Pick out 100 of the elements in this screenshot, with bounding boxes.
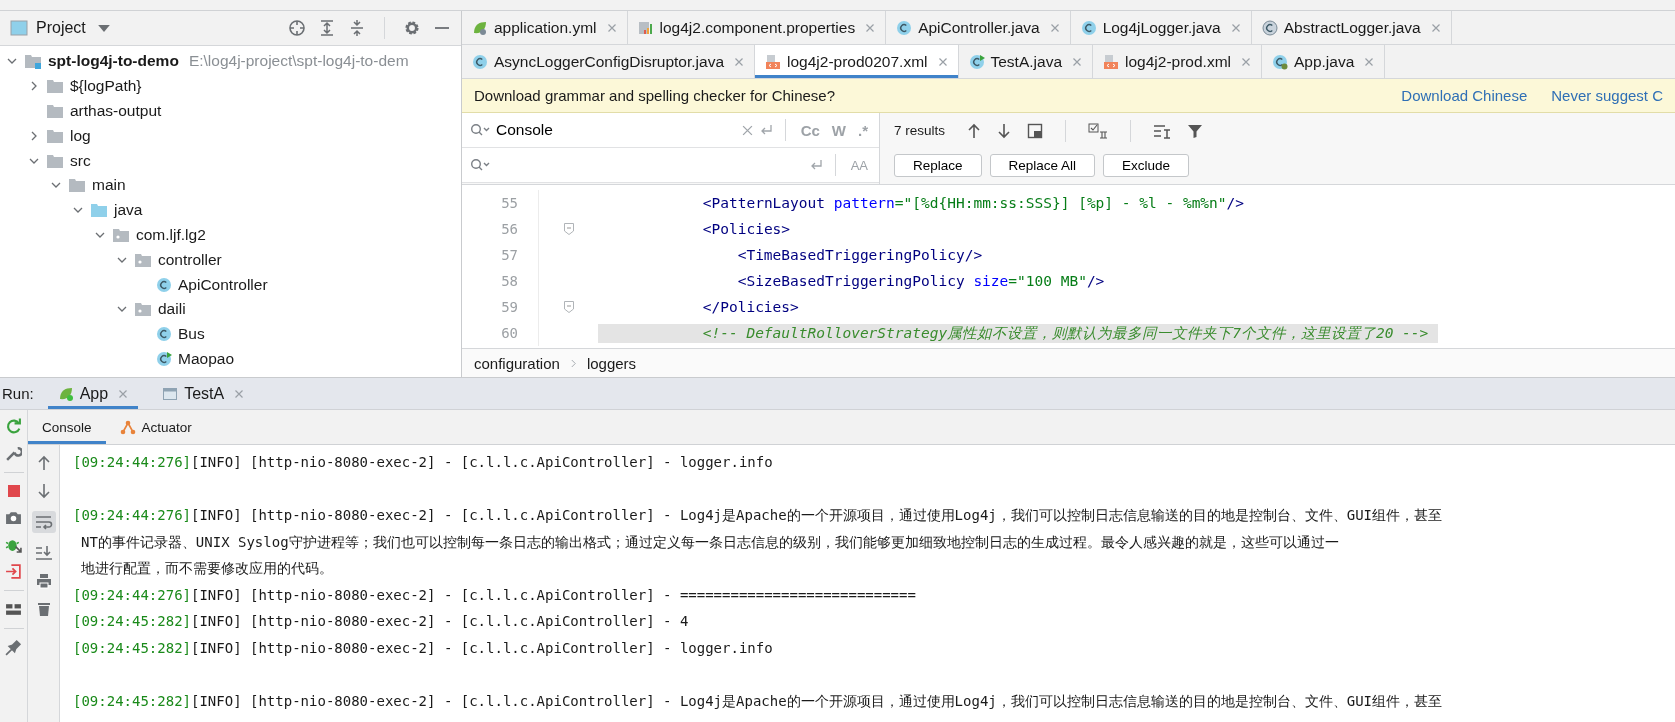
rerun-icon[interactable] bbox=[5, 418, 22, 435]
find-action-button[interactable]: Replace bbox=[894, 154, 982, 177]
line-number: 57 bbox=[500, 247, 518, 263]
xml-file-icon bbox=[765, 53, 782, 70]
log-message: [INFO] [http-nio-8080-exec-2] - [c.l.l.c.ApiController] - Log4j是Apache的一个开源项目，通过使用Log4j，我们可以控制日志信息输送的目的地是控制台、文件、GUI组件，甚至 bbox=[191, 507, 1443, 523]
printer-icon[interactable] bbox=[35, 573, 52, 589]
run-tab[interactable]: App bbox=[47, 378, 139, 409]
panel-icon bbox=[10, 19, 28, 37]
line-number: 60 bbox=[500, 325, 518, 341]
panel-title[interactable]: Project bbox=[36, 19, 86, 37]
close-icon[interactable] bbox=[1230, 22, 1241, 33]
console-tab[interactable]: Console bbox=[28, 410, 106, 444]
code-line: <Policies> bbox=[701, 221, 792, 237]
exit-icon[interactable] bbox=[5, 563, 22, 580]
tree-item[interactable]: Maopao bbox=[178, 349, 234, 368]
breadcrumb-item[interactable]: configuration bbox=[474, 354, 560, 372]
find-action-button[interactable]: Replace All bbox=[989, 154, 1096, 177]
editor-tab[interactable]: log4j2-prod.xml bbox=[1093, 45, 1262, 78]
pin-icon[interactable] bbox=[5, 639, 22, 656]
console-tab[interactable]: Actuator bbox=[105, 410, 206, 444]
editor-tab[interactable]: log4j2.component.properties bbox=[627, 11, 887, 44]
class-icon bbox=[472, 53, 488, 70]
dropdown-caret-icon[interactable] bbox=[97, 24, 110, 32]
stop-icon[interactable] bbox=[5, 483, 22, 499]
class-icon bbox=[968, 53, 985, 70]
tree-item[interactable]: ${logPath} bbox=[70, 77, 142, 96]
log-message: [INFO] [http-nio-8080-exec-2] - [c.l.l.c.ApiController] - ============================ bbox=[191, 586, 916, 603]
editor-tab[interactable]: log4j2-prod0207.xml bbox=[755, 45, 959, 78]
arrow-up-icon[interactable] bbox=[967, 122, 982, 139]
close-icon[interactable] bbox=[1430, 22, 1441, 33]
log-message: 地进行配置，而不需要修改应用的代码。 bbox=[81, 560, 333, 576]
settings-icon[interactable] bbox=[403, 19, 421, 37]
editor-tab[interactable]: application.yml bbox=[462, 11, 628, 44]
tree-item[interactable]: controller bbox=[158, 250, 222, 269]
leaf-icon bbox=[472, 19, 488, 36]
wrench-icon[interactable] bbox=[5, 445, 22, 462]
search-icon[interactable] bbox=[470, 123, 490, 137]
class-icon bbox=[156, 326, 172, 343]
find-action-button[interactable]: Exclude bbox=[1103, 154, 1190, 177]
editor-tab[interactable]: AbstractLogger.java bbox=[1251, 11, 1452, 44]
close-icon[interactable] bbox=[606, 22, 617, 33]
scroll-to-end-icon[interactable] bbox=[34, 545, 53, 561]
tree-item[interactable]: main bbox=[92, 176, 126, 195]
arrow-down-icon[interactable] bbox=[36, 483, 51, 499]
clear-icon[interactable] bbox=[741, 124, 753, 136]
class-icon bbox=[896, 19, 913, 36]
search-icon[interactable] bbox=[470, 158, 490, 172]
line-number: 59 bbox=[500, 299, 518, 315]
arrow-down-icon[interactable] bbox=[997, 122, 1012, 139]
properties-icon bbox=[637, 19, 654, 36]
editor-tab[interactable]: ApiController.java bbox=[886, 11, 1071, 44]
xml-file-icon bbox=[1103, 53, 1119, 70]
tree-item[interactable]: daili bbox=[158, 300, 186, 319]
filter-icon[interactable] bbox=[1187, 122, 1204, 139]
log-timestamp: [09:24:44:276] bbox=[73, 507, 191, 523]
run-tab[interactable]: TestA bbox=[152, 378, 255, 409]
class-icon bbox=[1080, 19, 1097, 36]
editor-tab[interactable]: TestA.java bbox=[958, 45, 1093, 78]
tree-item[interactable]: com.ljf.lg2 bbox=[136, 225, 206, 244]
notification-text: Download grammar and spelling checker for Chinese? bbox=[474, 87, 836, 104]
expand-all-icon[interactable] bbox=[318, 19, 336, 37]
trash-icon[interactable] bbox=[35, 601, 52, 617]
collapse-all-icon[interactable] bbox=[348, 19, 366, 37]
tree-item[interactable]: arthas-output bbox=[70, 102, 162, 120]
close-icon[interactable] bbox=[1072, 56, 1082, 67]
filter-checkbox-icon[interactable] bbox=[1088, 122, 1109, 139]
close-icon[interactable] bbox=[1241, 56, 1251, 67]
search-field[interactable]: Console Cc W .* bbox=[462, 113, 879, 148]
crosshair-icon[interactable] bbox=[288, 19, 306, 37]
tree-item[interactable]: log bbox=[70, 126, 91, 145]
close-icon[interactable] bbox=[1049, 22, 1060, 33]
breadcrumb-item[interactable]: loggers bbox=[586, 354, 637, 372]
log-timestamp: [09:24:45:282] bbox=[73, 613, 191, 629]
log-timestamp: [09:24:44:276] bbox=[73, 454, 191, 470]
results-count: 7 results bbox=[894, 123, 946, 138]
close-icon[interactable] bbox=[1364, 56, 1375, 67]
arrow-up-icon[interactable] bbox=[36, 455, 51, 471]
close-icon[interactable] bbox=[937, 56, 948, 67]
editor-tab[interactable]: Log4jLogger.java bbox=[1070, 11, 1252, 44]
leaf-icon bbox=[57, 385, 74, 402]
notification-link[interactable]: Download Chinese bbox=[1401, 87, 1528, 104]
multiline-icon[interactable] bbox=[1153, 122, 1172, 139]
class-icon bbox=[1272, 53, 1288, 70]
tree-item[interactable]: spt-log4j-to-demo bbox=[48, 52, 179, 71]
camera-icon[interactable] bbox=[5, 509, 22, 526]
tree-item[interactable]: Bus bbox=[178, 325, 205, 344]
tree-item[interactable]: ApiController bbox=[178, 275, 268, 294]
tree-item[interactable]: src bbox=[70, 151, 91, 170]
layout-icon[interactable] bbox=[5, 601, 22, 618]
line-number: 58 bbox=[500, 273, 518, 289]
notification-link[interactable]: Never suggest C bbox=[1551, 87, 1663, 104]
tree-item[interactable]: java bbox=[114, 201, 143, 220]
soft-wrap-icon[interactable] bbox=[31, 511, 56, 533]
class-icon bbox=[156, 276, 172, 293]
project-path: E:\log4j-project\spt-log4j-to-dem bbox=[188, 52, 409, 71]
close-icon[interactable] bbox=[734, 56, 745, 67]
log-message: [INFO] [http-nio-8080-exec-2] - [c.l.l.c.ApiController] - 4 bbox=[191, 613, 689, 629]
editor-tab[interactable]: App.java bbox=[1262, 45, 1386, 78]
select-all-icon[interactable] bbox=[1027, 122, 1044, 139]
close-icon[interactable] bbox=[865, 22, 876, 33]
